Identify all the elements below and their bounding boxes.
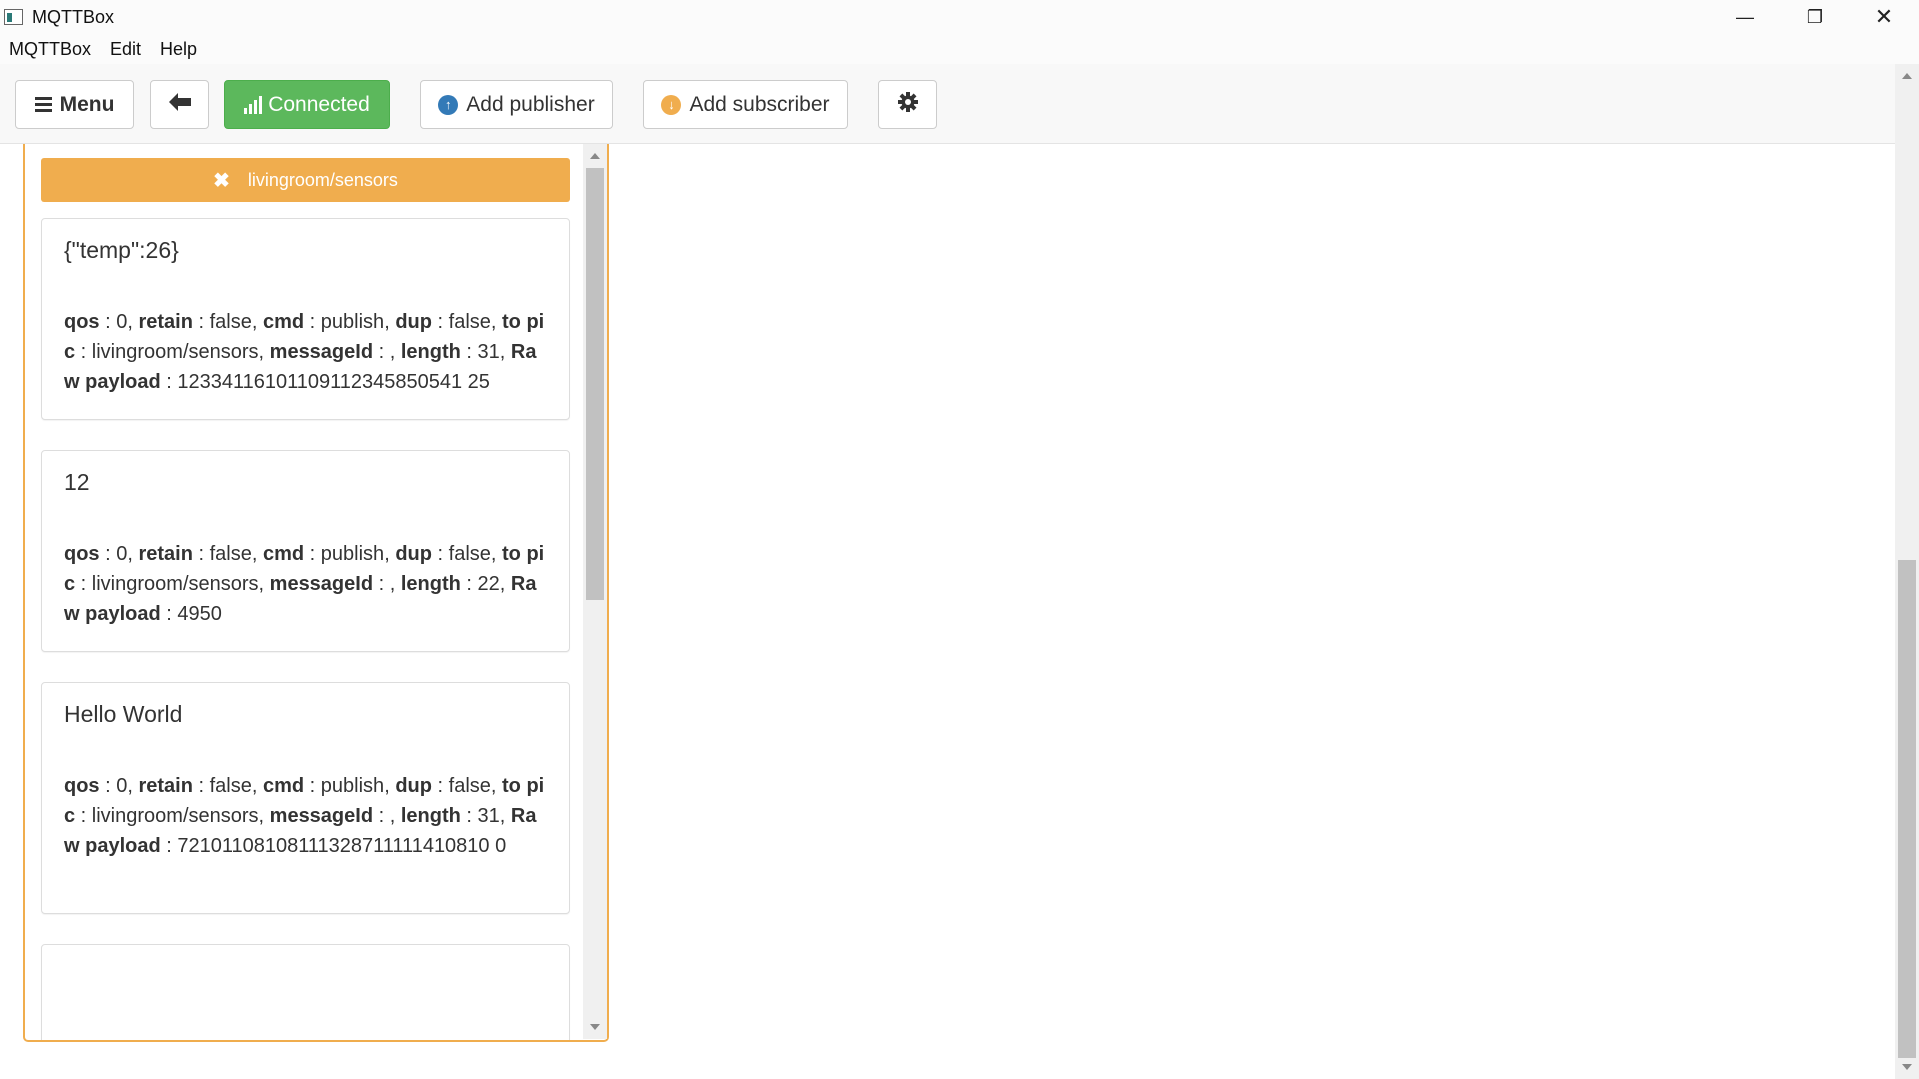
back-button[interactable]: [150, 80, 209, 129]
gear-icon: [897, 91, 918, 118]
subscriber-topic: livingroom/sensors: [247, 169, 398, 190]
add-subscriber-button[interactable]: ↓ Add subscriber: [643, 80, 848, 129]
app-icon: [4, 9, 23, 25]
scroll-down-arrow-icon[interactable]: [1902, 1064, 1912, 1070]
message-payload: 12: [64, 469, 90, 495]
add-publisher-label: Add publisher: [466, 92, 595, 116]
minimize-button[interactable]: —: [1710, 0, 1780, 34]
close-icon[interactable]: ✖: [213, 168, 230, 193]
message-card: [41, 944, 570, 1040]
connected-label: Connected: [268, 92, 370, 116]
menu-mqttbox[interactable]: MQTTBox: [9, 39, 91, 60]
arrow-left-icon: [168, 92, 191, 117]
window-scrollbar[interactable]: [1895, 64, 1919, 1079]
message-payload: Hello World: [64, 701, 183, 727]
settings-button[interactable]: [878, 80, 937, 129]
scroll-down-arrow-icon[interactable]: [590, 1024, 600, 1030]
message-card: Hello World qos : 0, retain : false, cmd…: [41, 682, 570, 914]
scroll-up-arrow-icon[interactable]: [590, 153, 600, 159]
message-meta: qos : 0, retain : false, cmd : publish, …: [64, 775, 545, 857]
title-bar: MQTTBox — ❐ ✕: [0, 0, 1919, 34]
menu-help[interactable]: Help: [160, 39, 197, 60]
message-payload: {"temp":26}: [64, 237, 179, 263]
subscriber-panel: ✖ livingroom/sensors {"temp":26} qos : 0…: [23, 144, 609, 1042]
hamburger-icon: [34, 97, 52, 112]
scrollbar-thumb[interactable]: [1898, 560, 1916, 1058]
upload-circle-icon: ↑: [438, 94, 459, 115]
download-circle-icon: ↓: [661, 94, 682, 115]
menu-button-label: Menu: [59, 92, 115, 116]
subscriber-scrollbar[interactable]: [583, 144, 607, 1039]
connected-button[interactable]: Connected: [224, 80, 390, 129]
message-card: {"temp":26} qos : 0, retain : false, cmd…: [41, 218, 570, 420]
add-publisher-button[interactable]: ↑ Add publisher: [420, 80, 613, 129]
scrollbar-thumb[interactable]: [586, 168, 604, 600]
message-meta: qos : 0, retain : false, cmd : publish, …: [64, 311, 545, 393]
scroll-up-arrow-icon[interactable]: [1902, 73, 1912, 79]
signal-icon: [244, 95, 263, 114]
menu-bar: MQTTBox Edit Help: [0, 34, 1919, 64]
message-meta: qos : 0, retain : false, cmd : publish, …: [64, 543, 545, 625]
maximize-button[interactable]: ❐: [1780, 0, 1850, 34]
subscriber-topic-bar[interactable]: ✖ livingroom/sensors: [41, 158, 570, 202]
menu-button[interactable]: Menu: [15, 80, 134, 129]
toolbar: Menu Connected ↑ Add publisher ↓ Add sub…: [0, 64, 1895, 144]
add-subscriber-label: Add subscriber: [689, 92, 830, 116]
close-button[interactable]: ✕: [1849, 0, 1919, 34]
window-title: MQTTBox: [32, 7, 115, 27]
message-card: 12 qos : 0, retain : false, cmd : publis…: [41, 450, 570, 652]
menu-edit[interactable]: Edit: [110, 39, 141, 60]
